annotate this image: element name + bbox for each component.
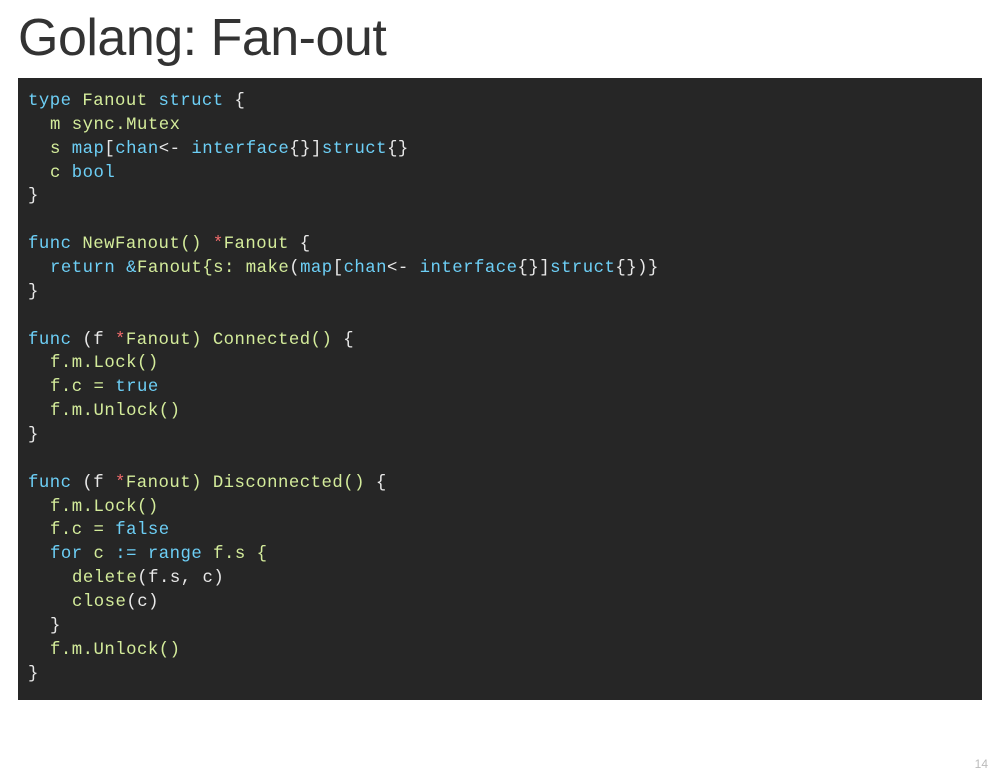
bool-false: false — [115, 521, 169, 540]
func-name: NewFanout() — [71, 235, 212, 254]
statement: f.c = — [50, 521, 115, 540]
expr: f.s { — [202, 545, 267, 564]
statement: f.m.Lock() — [28, 496, 159, 520]
code-line — [28, 209, 972, 233]
braces: {})} — [615, 259, 658, 278]
braces: {}] — [518, 259, 551, 278]
code-line: s map[chan<- interface{}]struct{} — [28, 138, 972, 162]
keyword-for: for — [50, 545, 83, 564]
bracket: [ — [333, 259, 344, 278]
code-line: for c := range f.s { — [28, 543, 972, 567]
recv-type: Fanout) — [126, 331, 213, 350]
func-name: Disconnected() — [213, 474, 376, 493]
struct-name: Fanout — [71, 92, 158, 111]
func-name: Connected() — [213, 331, 343, 350]
code-line: f.m.Lock() — [28, 352, 972, 376]
statement: f.m.Lock() — [28, 352, 159, 376]
field: c — [50, 164, 72, 183]
func-call: close — [72, 593, 126, 612]
args: (c) — [126, 593, 159, 612]
arrow: <- — [387, 259, 420, 278]
brace-close: } — [28, 665, 39, 684]
keyword-map: map — [72, 140, 105, 159]
paren: ( — [289, 259, 300, 278]
keyword-chan: chan — [344, 259, 387, 278]
keyword-func: func — [28, 474, 71, 493]
code-block: type Fanout struct { m sync.Mutex s map[… — [18, 78, 982, 700]
field: m sync.Mutex — [28, 114, 180, 138]
struct-literal: Fanout{s: — [137, 259, 246, 278]
keyword-interface: interface — [420, 259, 518, 278]
star: * — [213, 235, 224, 254]
braces: {}] — [289, 140, 322, 159]
code-line — [28, 448, 972, 472]
brace-close: } — [28, 187, 39, 206]
recv-open: (f — [71, 474, 114, 493]
code-line: f.m.Unlock() — [28, 400, 972, 424]
coloneq: := — [115, 545, 137, 564]
code-line: } — [28, 615, 972, 639]
type-bool: bool — [72, 164, 115, 183]
keyword-chan: chan — [115, 140, 158, 159]
page-number: 14 — [975, 757, 988, 771]
return-type: Fanout — [224, 235, 300, 254]
brace-open: { — [300, 235, 311, 254]
keyword-struct: struct — [158, 92, 223, 111]
statement: f.c = — [50, 378, 115, 397]
code-line: f.m.Unlock() — [28, 639, 972, 663]
bool-true: true — [115, 378, 158, 397]
keyword-range: range — [148, 545, 202, 564]
slide-title: Golang: Fan-out — [0, 0, 1000, 78]
code-line: delete(f.s, c) — [28, 567, 972, 591]
code-line: func NewFanout() *Fanout { — [28, 233, 972, 257]
code-line: } — [28, 663, 972, 687]
brace-open: { — [376, 474, 387, 493]
keyword-type: type — [28, 92, 71, 111]
keyword-func: func — [28, 235, 71, 254]
code-line — [28, 305, 972, 329]
brace-open: { — [343, 331, 354, 350]
code-line: type Fanout struct { — [28, 90, 972, 114]
func-call: make — [246, 259, 289, 278]
keyword-map: map — [300, 259, 333, 278]
func-call: delete — [72, 569, 137, 588]
statement: f.m.Unlock() — [28, 400, 180, 424]
field: s — [50, 140, 72, 159]
code-line: m sync.Mutex — [28, 114, 972, 138]
code-line: return &Fanout{s: make(map[chan<- interf… — [28, 257, 972, 281]
keyword-return: return — [50, 259, 115, 278]
recv-open: (f — [71, 331, 114, 350]
code-line: func (f *Fanout) Connected() { — [28, 329, 972, 353]
code-line: f.m.Lock() — [28, 496, 972, 520]
code-line: } — [28, 424, 972, 448]
code-line: } — [28, 185, 972, 209]
keyword-func: func — [28, 331, 71, 350]
code-line: func (f *Fanout) Disconnected() { — [28, 472, 972, 496]
brace-close: } — [28, 283, 39, 302]
ampersand: & — [126, 259, 137, 278]
keyword-struct: struct — [322, 140, 387, 159]
recv-type: Fanout) — [126, 474, 213, 493]
code-line: f.c = false — [28, 519, 972, 543]
code-line: f.c = true — [28, 376, 972, 400]
code-line: } — [28, 281, 972, 305]
keyword-interface: interface — [191, 140, 289, 159]
arrow: <- — [159, 140, 192, 159]
braces: {} — [387, 140, 409, 159]
brace-close: } — [28, 426, 39, 445]
statement: f.m.Unlock() — [28, 639, 180, 663]
star: * — [115, 474, 126, 493]
star: * — [115, 331, 126, 350]
bracket: [ — [104, 140, 115, 159]
var: c — [83, 545, 116, 564]
args: (f.s, c) — [137, 569, 224, 588]
brace-close: } — [28, 615, 61, 639]
code-line: c bool — [28, 162, 972, 186]
brace-open: { — [224, 92, 246, 111]
code-line: close(c) — [28, 591, 972, 615]
keyword-struct: struct — [550, 259, 615, 278]
